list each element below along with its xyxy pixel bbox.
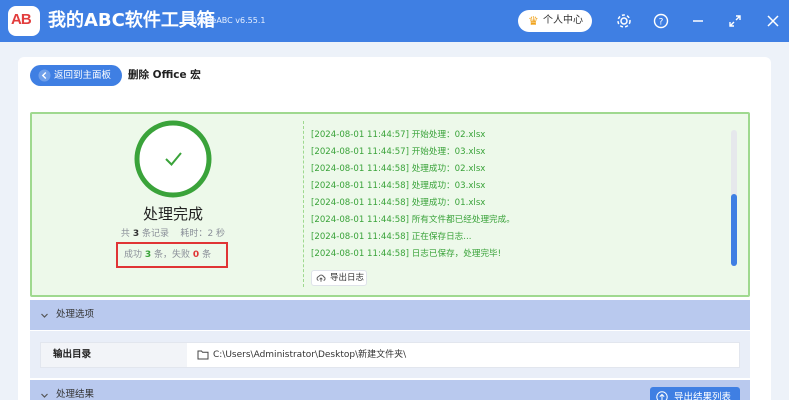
output-dir-label: 输出目录	[53, 349, 92, 360]
success-check-icon	[134, 120, 212, 198]
user-center-label: 个人中心	[543, 15, 583, 26]
close-icon[interactable]	[763, 11, 783, 31]
export-log-label: 导出日志	[330, 273, 365, 283]
cloud-upload-icon	[316, 274, 326, 282]
export-results-label: 导出结果列表	[674, 392, 732, 400]
output-dir-value[interactable]: C:\Users\Administrator\Desktop\新建文件夹\	[213, 348, 406, 362]
fail-unit: 条	[202, 250, 212, 260]
back-to-main-button[interactable]: 返回到主面板	[30, 65, 122, 86]
user-center-button[interactable]: ♛ 个人中心	[518, 10, 592, 32]
app-title: 我的ABC软件工具箱	[48, 10, 215, 31]
log-list: [2024-08-01 11:44:57] 开始处理：02.xlsx [2024…	[311, 127, 731, 263]
record-stats: 共 3 条记录 耗时：2 秒	[103, 228, 243, 240]
total-suffix: 条记录	[141, 229, 169, 239]
log-line: [2024-08-01 11:44:57] 开始处理：02.xlsx	[311, 130, 486, 140]
minimize-icon[interactable]	[688, 11, 708, 31]
app-version: WodeABC v6.55.1	[194, 16, 266, 25]
panel-divider	[303, 121, 304, 287]
chevron-down-icon	[41, 393, 48, 398]
log-line: [2024-08-01 11:44:58] 处理成功：01.xlsx	[311, 198, 486, 208]
app-logo: AB	[8, 6, 40, 36]
gear-icon[interactable]	[614, 11, 634, 31]
crown-icon: ♛	[528, 14, 539, 28]
help-icon[interactable]: ?	[651, 11, 671, 31]
options-section-label: 处理选项	[56, 309, 95, 320]
log-line: [2024-08-01 11:44:58] 处理成功：02.xlsx	[311, 164, 486, 174]
elapsed-value: 2	[207, 229, 214, 239]
status-title: 处理完成	[142, 205, 203, 223]
log-line: [2024-08-01 11:44:58] 正在保存日志...	[311, 232, 472, 242]
results-section-header[interactable]: 处理结果	[30, 380, 750, 400]
svg-text:?: ?	[659, 18, 664, 28]
folder-icon[interactable]	[197, 349, 209, 360]
total-prefix: 共	[120, 229, 130, 239]
export-results-button[interactable]: 导出结果列表	[650, 387, 740, 400]
chevron-down-icon	[41, 313, 48, 318]
log-line: [2024-08-01 11:44:57] 开始处理：03.xlsx	[311, 147, 486, 157]
log-line: [2024-08-01 11:44:58] 处理成功：03.xlsx	[311, 181, 486, 191]
success-label: 成功	[124, 250, 143, 260]
results-section-label: 处理结果	[56, 389, 95, 400]
upload-icon	[656, 391, 668, 400]
elapsed-unit: 秒	[216, 229, 226, 239]
success-summary: 成功 3 条，失败 0 条	[116, 242, 228, 268]
log-line: [2024-08-01 11:44:58] 所有文件都已经处理完成。	[311, 215, 515, 225]
back-label: 返回到主面板	[54, 70, 112, 81]
options-section-header[interactable]: 处理选项	[30, 300, 750, 330]
log-scrollbar-thumb[interactable]	[731, 194, 737, 266]
total-count: 3	[132, 229, 140, 239]
fail-count: 0	[192, 250, 200, 260]
page-title: 删除 Office 宏	[128, 69, 201, 81]
chevron-left-icon	[38, 69, 51, 82]
export-log-button[interactable]: 导出日志	[311, 270, 367, 286]
log-line: [2024-08-01 11:44:58] 日志已保存，处理完毕!	[311, 249, 502, 259]
elapsed-label: 耗时：	[180, 229, 208, 239]
output-dir-row: 输出目录 C:\Users\Administrator\Desktop\新建文件…	[40, 342, 740, 368]
logo-text: AB	[11, 11, 32, 28]
maximize-icon[interactable]	[725, 11, 745, 31]
title-bar: AB 我的ABC软件工具箱 WodeABC v6.55.1 ♛ 个人中心 ?	[0, 0, 789, 42]
success-unit: 条，失败	[154, 250, 191, 260]
success-count: 3	[144, 250, 152, 260]
